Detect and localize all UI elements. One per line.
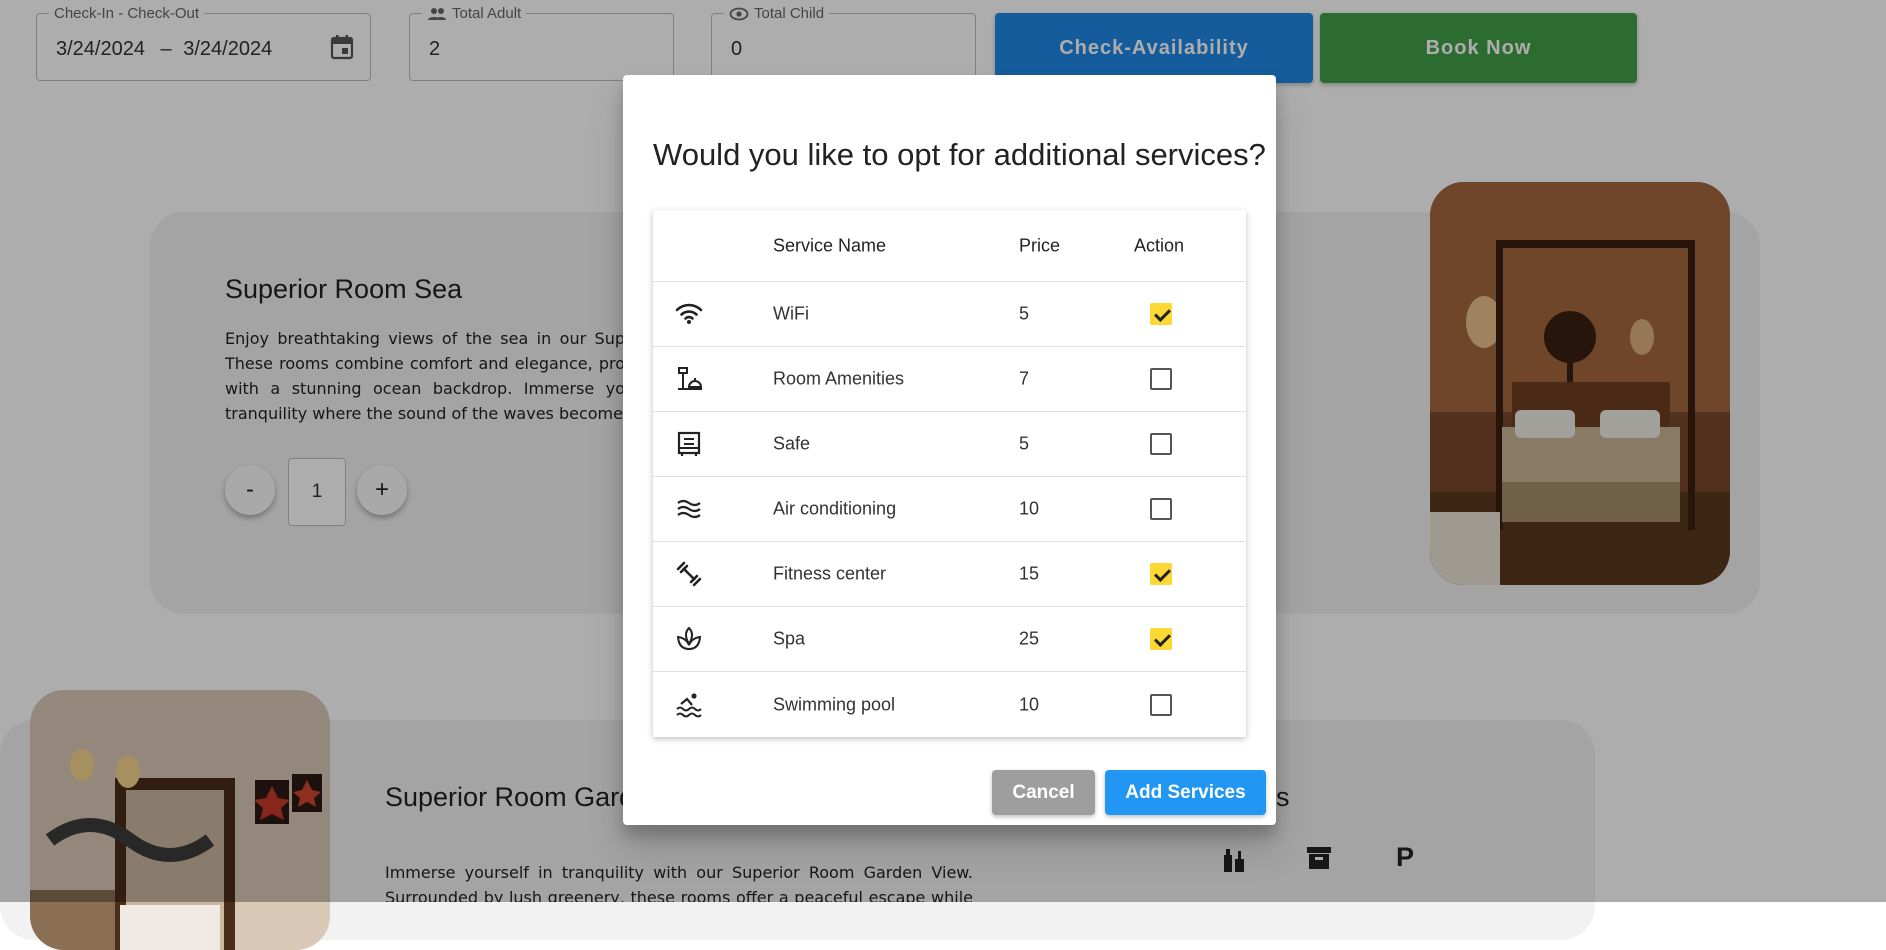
column-header-service-name: Service Name <box>773 235 887 255</box>
air-conditioning-icon <box>677 499 701 519</box>
service-price: 5 <box>1019 433 1030 454</box>
cancel-button[interactable]: Cancel <box>992 770 1095 815</box>
table-row: Swimming pool 10 <box>653 672 1246 737</box>
services-table: Service Name Price Action WiFi 5 Room Am… <box>653 210 1246 737</box>
table-row: WiFi 5 <box>653 282 1246 347</box>
service-name: Safe <box>773 433 811 454</box>
service-price: 5 <box>1019 303 1030 324</box>
service-price: 15 <box>1019 563 1040 584</box>
column-header-price: Price <box>1019 235 1061 255</box>
safe-icon <box>677 431 701 456</box>
additional-services-dialog: Would you like to opt for additional ser… <box>623 75 1276 825</box>
service-checkbox[interactable] <box>1150 433 1172 455</box>
service-checkbox[interactable] <box>1150 563 1172 585</box>
table-header: Service Name Price Action <box>653 210 1246 282</box>
room-amenities-icon <box>678 367 703 390</box>
service-name: WiFi <box>773 303 809 324</box>
service-checkbox[interactable] <box>1150 693 1172 716</box>
fitness-icon <box>676 561 702 587</box>
table-row: Air conditioning 10 <box>653 477 1246 542</box>
spa-icon <box>676 626 702 650</box>
booking-page: Check-In - Check-Out 3/24/2024 – 3/24/20… <box>0 0 1886 950</box>
service-name: Air conditioning <box>773 498 897 519</box>
service-checkbox[interactable] <box>1150 628 1172 650</box>
service-name: Spa <box>773 628 806 649</box>
service-name: Room Amenities <box>773 368 905 389</box>
service-price: 7 <box>1019 368 1030 389</box>
service-name: Swimming pool <box>773 694 896 714</box>
service-price: 10 <box>1019 694 1040 714</box>
service-checkbox[interactable] <box>1150 368 1172 390</box>
service-name: Fitness center <box>773 563 887 584</box>
swimming-pool-icon <box>676 692 702 717</box>
service-price: 10 <box>1019 498 1040 519</box>
column-header-action: Action <box>1134 235 1185 255</box>
service-checkbox[interactable] <box>1150 303 1172 325</box>
table-row: Room Amenities 7 <box>653 347 1246 412</box>
service-checkbox[interactable] <box>1150 498 1172 520</box>
wifi-icon <box>675 303 703 324</box>
add-services-button[interactable]: Add Services <box>1105 770 1266 815</box>
service-price: 25 <box>1019 628 1040 649</box>
table-row: Safe 5 <box>653 412 1246 477</box>
dialog-title: Would you like to opt for additional ser… <box>653 137 1266 172</box>
table-row: Fitness center 15 <box>653 542 1246 607</box>
table-row: Spa 25 <box>653 607 1246 672</box>
